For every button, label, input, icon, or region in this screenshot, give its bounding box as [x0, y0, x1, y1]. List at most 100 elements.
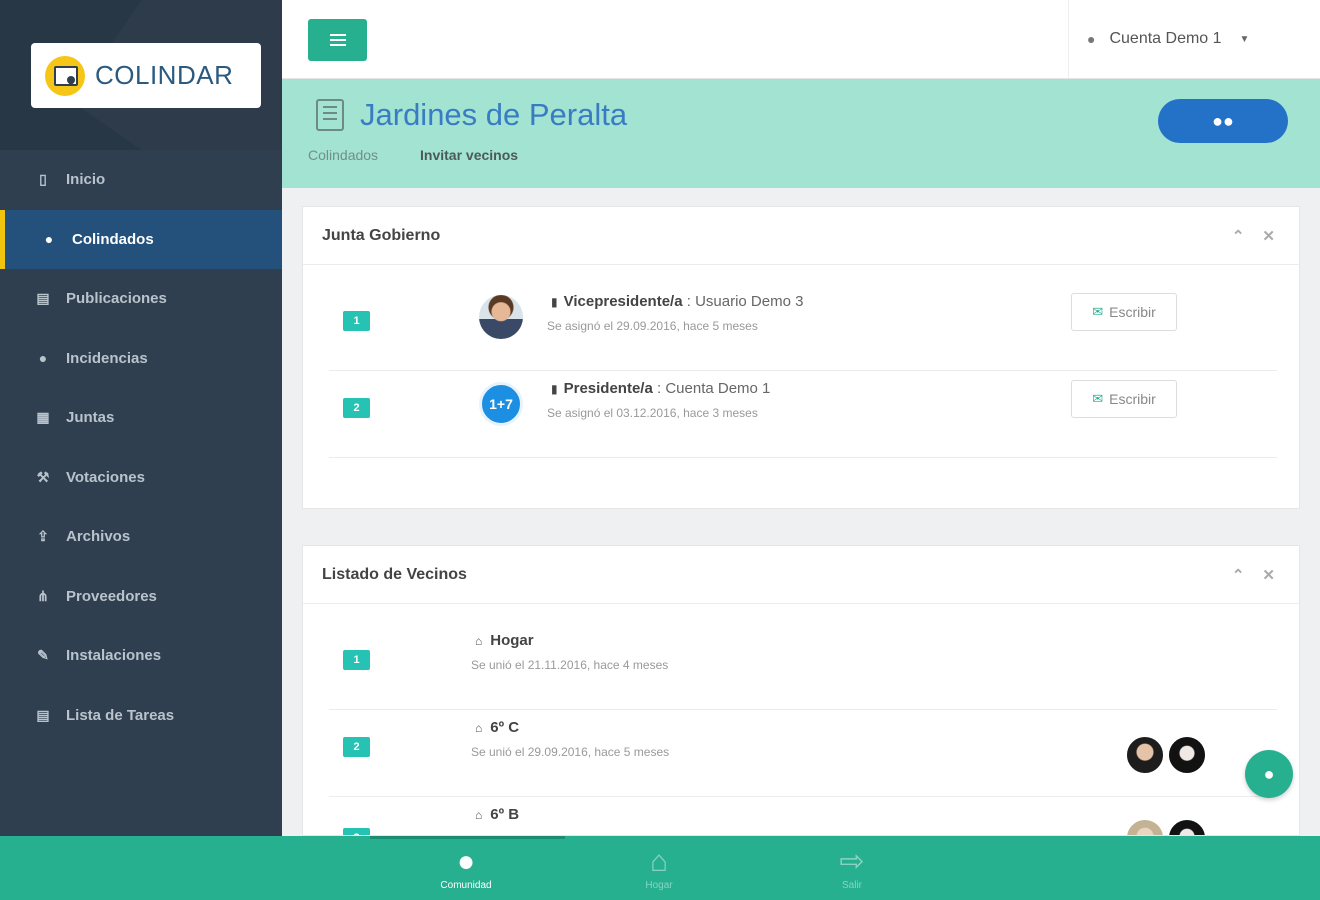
house-icon: ⌂ [475, 634, 483, 648]
table-row: 1 ▮ Vicepresidente/a : Usuario Demo 3 Se … [329, 285, 1277, 371]
collapse-icon[interactable]: ⌃ [1232, 566, 1245, 584]
avatar[interactable] [1125, 735, 1165, 775]
write-button[interactable]: ✉ Escribir [1071, 293, 1177, 331]
sidebar-item-label: Inicio [66, 171, 106, 189]
sidebar-item-incidencias[interactable]: ● Incidencias [0, 329, 282, 389]
envelope-icon: ✉ [1092, 391, 1104, 406]
users-icon: ● [44, 231, 54, 248]
avatar[interactable] [479, 295, 523, 339]
sidebar-item-instalaciones[interactable]: ✎ Instalaciones [0, 626, 282, 686]
brand-name: COLINDAR [95, 60, 234, 90]
logout-icon: ⇨ [839, 845, 865, 878]
brand-logo[interactable]: COLINDAR [31, 43, 261, 108]
chevron-down-icon: ▼ [1239, 33, 1250, 45]
community-icon: ● [456, 845, 476, 878]
sidebar-item-colindados[interactable]: ● Colindados [0, 209, 282, 269]
hamburger-icon-line [329, 39, 346, 41]
household-title: ⌂ 6º C [475, 719, 519, 736]
assigned-date: Se asignó el 29.09.2016, hace 5 meses [547, 319, 758, 333]
sidebar-item-inicio[interactable]: ▯ Inicio [0, 150, 282, 210]
bottom-nav-comunidad[interactable]: ● Comunidad [406, 844, 526, 891]
sidebar: COLINDAR ▯ Inicio ● Colindados ▤ Publicacio… [0, 0, 282, 836]
sidebar-item-label: Publicaciones [66, 290, 167, 308]
role-label: Vicepresidente/a [563, 293, 683, 310]
avatar[interactable] [1125, 818, 1165, 835]
sidebar-item-juntas[interactable]: ▦ Juntas [0, 388, 282, 448]
envelope-icon: ✉ [1092, 304, 1104, 319]
row-number-badge: 1 [343, 650, 370, 670]
house-icon: ⌂ [475, 808, 483, 822]
bottom-nav-label: Comunidad [440, 880, 492, 891]
bottom-nav: ● Comunidad ⌂ Hogar ⇨ Salir [0, 836, 1320, 900]
avatar[interactable] [1167, 818, 1207, 835]
sidebar-item-label: Instalaciones [66, 647, 162, 665]
row-number-badge: 3 [343, 828, 370, 835]
user-menu[interactable]: ● Cuenta Demo 1 ▼ [1068, 0, 1320, 78]
alert-icon: ● [38, 350, 48, 367]
assigned-date: Se asignó el 03.12.2016, hace 3 meses [547, 406, 758, 420]
joined-date: Se unió el 29.09.2016, hace 5 meses [471, 745, 670, 759]
household-title: ⌂ 6º B [475, 806, 519, 823]
sidebar-item-label: Archivos [66, 528, 131, 546]
table-row: 2 1+7 ▮ Presidente/a : Cuenta Demo 1 Se a… [329, 372, 1277, 458]
panel-title: Listado de Vecinos [322, 565, 467, 583]
sidebar-item-archivos[interactable]: ⇪ Archivos [0, 507, 282, 567]
list-icon: ▤ [36, 706, 50, 723]
avatar[interactable] [1167, 735, 1207, 775]
list-item[interactable]: 3 ⌂ 6º B [329, 798, 1277, 835]
bottom-nav-salir[interactable]: ⇨ Salir [792, 844, 912, 891]
write-button[interactable]: ✉ Escribir [1071, 380, 1177, 418]
bookmark-icon: ▮ [551, 295, 558, 309]
logo-area: COLINDAR [0, 0, 282, 150]
community-members-button[interactable]: ●● [1158, 99, 1288, 143]
house-icon: ⌂ [649, 845, 669, 878]
sidebar-nav: ▯ Inicio ● Colindados ▤ Publicaciones ● Inci… [0, 150, 282, 745]
sitemap-icon: ⋔ [37, 587, 49, 604]
list-item[interactable]: 1 ⌂ Hogar Se unió el 21.11.2016, hace 4 m… [329, 624, 1277, 710]
panel-controls: ⌃ ✕ [1232, 566, 1275, 584]
newspaper-icon: ▤ [36, 290, 50, 307]
user-icon: ● [1087, 31, 1096, 47]
hamburger-icon-line [329, 44, 346, 46]
role-title: ▮ Presidente/a : Cuenta Demo 1 [551, 380, 770, 397]
users-icon: ●● [1212, 110, 1234, 131]
chat-button[interactable]: ● [1245, 750, 1293, 798]
menu-toggle-button[interactable] [308, 19, 367, 61]
gavel-icon: ⚒ [36, 468, 50, 485]
bookmark-icon: ▮ [551, 382, 558, 396]
avatar[interactable]: 1+7 [479, 382, 523, 426]
bottom-nav-label: Hogar [645, 880, 673, 891]
sidebar-item-lista-de-tareas[interactable]: ▤ Lista de Tareas [0, 686, 282, 746]
home-icon: ▯ [39, 171, 47, 188]
page-header: Jardines de Peralta Colindados Invitar v… [282, 79, 1320, 188]
joined-date: Se unió el 21.11.2016, hace 4 meses [471, 658, 669, 672]
house-icon: ⌂ [475, 721, 483, 735]
sidebar-item-publicaciones[interactable]: ▤ Publicaciones [0, 269, 282, 329]
household-name: 6º B [490, 806, 520, 823]
breadcrumb-colindados[interactable]: Colindados [308, 147, 378, 163]
colindar-logo-icon [45, 55, 85, 96]
list-item[interactable]: 2 ⌂ 6º C Se unió el 29.09.2016, hace 5 me… [329, 711, 1277, 797]
sidebar-item-label: Colindados [72, 230, 154, 248]
sidebar-item-label: Juntas [66, 409, 115, 427]
panel-header: Junta Gobierno ⌃ ✕ [303, 207, 1299, 265]
close-icon[interactable]: ✕ [1262, 227, 1275, 245]
listado-vecinos-panel: Listado de Vecinos ⌃ ✕ 1 ⌂ Hogar Se unió … [302, 545, 1300, 836]
invite-neighbors-link[interactable]: Invitar vecinos [420, 147, 518, 163]
hamburger-icon [329, 34, 346, 36]
junta-gobierno-panel: Junta Gobierno ⌃ ✕ 1 ▮ Vicepresidente/a :… [302, 206, 1300, 509]
bottom-nav-label: Salir [841, 880, 862, 891]
member-name: : Usuario Demo 3 [682, 293, 804, 310]
write-button-label: Escribir [1109, 391, 1156, 407]
sidebar-item-votaciones[interactable]: ⚒ Votaciones [0, 448, 282, 508]
bottom-nav-hogar[interactable]: ⌂ Hogar [599, 844, 719, 891]
sidebar-item-label: Incidencias [66, 349, 148, 367]
chat-icon: ● [1263, 763, 1275, 784]
sidebar-item-proveedores[interactable]: ⋔ Proveedores [0, 567, 282, 627]
panel-header: Listado de Vecinos ⌃ ✕ [303, 546, 1299, 604]
collapse-icon[interactable]: ⌃ [1232, 227, 1245, 245]
close-icon[interactable]: ✕ [1262, 566, 1275, 584]
user-name: Cuenta Demo 1 [1109, 30, 1222, 47]
wrench-icon: ✎ [37, 647, 49, 664]
member-name: : Cuenta Demo 1 [652, 380, 771, 397]
